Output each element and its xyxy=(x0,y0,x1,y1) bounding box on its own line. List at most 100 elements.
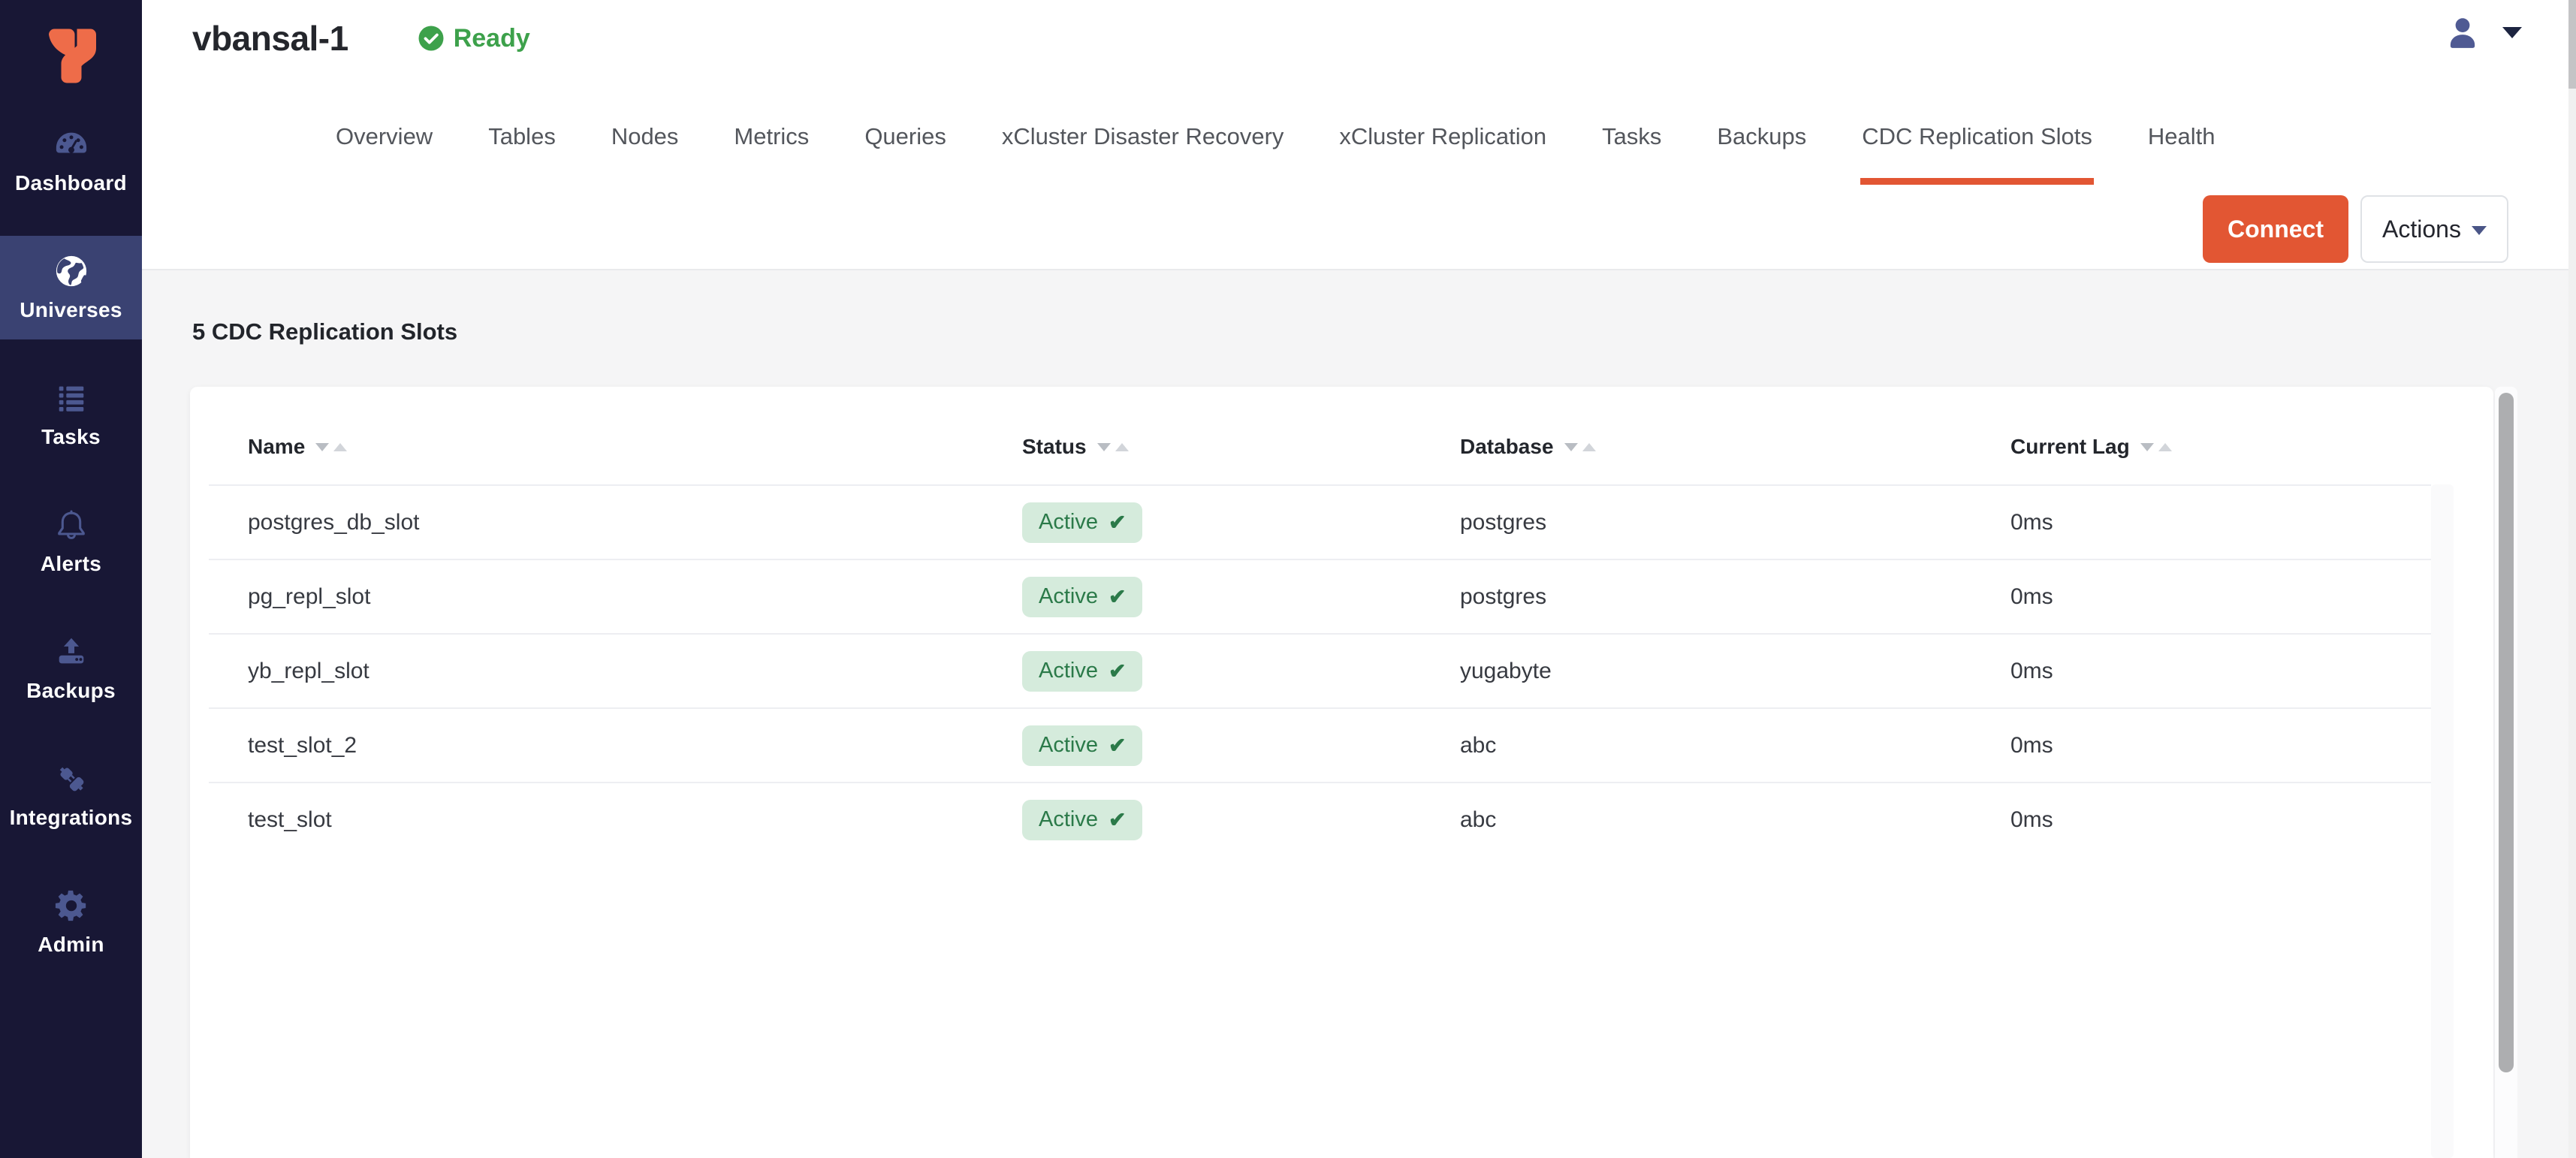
tab[interactable]: Queries xyxy=(863,96,948,185)
column-header-status[interactable]: Status xyxy=(1016,435,1454,459)
header-actions: Connect Actions xyxy=(2203,195,2508,263)
status-badge-label: Active xyxy=(1039,510,1098,535)
card-scrollbar[interactable] xyxy=(2495,387,2517,1158)
check-icon: ✔ xyxy=(1109,733,1126,758)
column-label: Current Lag xyxy=(2010,435,2130,459)
status-badge-label: Active xyxy=(1039,807,1098,832)
sidebar-item[interactable]: Alerts xyxy=(0,490,142,593)
table-row[interactable]: test_slot Active ✔ abc 0ms xyxy=(209,782,2431,856)
slot-name-cell: test_slot_2 xyxy=(209,733,1016,758)
status-badge: Active ✔ xyxy=(1022,577,1142,617)
status-badge-label: Active xyxy=(1039,584,1098,609)
sort-carets-icon[interactable] xyxy=(2140,443,2172,451)
sidebar-item-label: Alerts xyxy=(41,552,101,576)
slot-status-cell: Active ✔ xyxy=(1016,651,1454,692)
gauge-icon xyxy=(54,127,89,161)
plug-icon xyxy=(54,761,89,796)
tab[interactable]: CDC Replication Slots xyxy=(1860,96,2094,185)
replication-slots-card: Name Status Database Current Lag xyxy=(190,387,2493,1158)
sort-carets-icon[interactable] xyxy=(1564,443,1596,451)
slot-database-cell: postgres xyxy=(1454,510,2004,535)
slot-database-cell: abc xyxy=(1454,733,2004,758)
sidebar: Dashboard Universes Tasks Alerts Backups xyxy=(0,0,142,1158)
slot-lag-cell: 0ms xyxy=(2004,659,2431,684)
universe-tabs: Overview Tables Nodes Metrics Queries xC… xyxy=(334,96,2217,185)
tab[interactable]: xCluster Replication xyxy=(1338,96,1548,185)
page-title: vbansal-1 xyxy=(192,18,348,59)
table-scrollbar-track[interactable] xyxy=(2431,484,2454,1158)
sidebar-nav: Dashboard Universes Tasks Alerts Backups xyxy=(0,109,142,974)
table-row[interactable]: postgres_db_slot Active ✔ postgres 0ms xyxy=(209,484,2431,559)
slot-name-cell: yb_repl_slot xyxy=(209,659,1016,684)
table-row[interactable]: pg_repl_slot Active ✔ postgres 0ms xyxy=(209,559,2431,633)
check-icon: ✔ xyxy=(1109,659,1126,683)
slot-database-cell: abc xyxy=(1454,807,2004,833)
user-menu[interactable] xyxy=(2444,14,2522,51)
title-row: vbansal-1 Ready xyxy=(142,0,2568,65)
slot-status-cell: Active ✔ xyxy=(1016,577,1454,617)
slot-lag-cell: 0ms xyxy=(2004,510,2431,535)
column-label: Status xyxy=(1022,435,1087,459)
slot-lag-cell: 0ms xyxy=(2004,584,2431,610)
check-icon: ✔ xyxy=(1109,584,1126,609)
table-row[interactable]: test_slot_2 Active ✔ abc 0ms xyxy=(209,707,2431,782)
globe-icon xyxy=(54,254,89,288)
slot-name-cell: postgres_db_slot xyxy=(209,510,1016,535)
check-icon: ✔ xyxy=(1109,510,1126,535)
tab[interactable]: Backups xyxy=(1715,96,1808,185)
section-heading: 5 CDC Replication Slots xyxy=(192,318,457,345)
universe-status: Ready xyxy=(418,24,530,53)
column-label: Name xyxy=(248,435,305,459)
table-row[interactable]: yb_repl_slot Active ✔ yugabyte 0ms xyxy=(209,633,2431,707)
tab[interactable]: xCluster Disaster Recovery xyxy=(1000,96,1286,185)
sidebar-item[interactable]: Dashboard xyxy=(0,109,142,213)
list-icon xyxy=(54,381,89,415)
window-scrollbar[interactable] xyxy=(2568,0,2576,1158)
column-header-current-lag[interactable]: Current Lag xyxy=(2004,435,2431,459)
main-content: 5 CDC Replication Slots Name Status Data… xyxy=(142,270,2568,1158)
status-badge: Active ✔ xyxy=(1022,725,1142,766)
actions-button[interactable]: Actions xyxy=(2360,195,2508,263)
replication-slots-table: Name Status Database Current Lag xyxy=(209,409,2431,856)
slot-status-cell: Active ✔ xyxy=(1016,502,1454,543)
table-header-row: Name Status Database Current Lag xyxy=(209,409,2431,484)
sidebar-item-label: Tasks xyxy=(41,425,101,449)
status-badge-label: Active xyxy=(1039,733,1098,758)
actions-button-label: Actions xyxy=(2382,216,2461,243)
sidebar-item[interactable]: Universes xyxy=(0,236,142,339)
slot-database-cell: postgres xyxy=(1454,584,2004,610)
yugabyte-logo-icon xyxy=(35,16,107,94)
upload-icon xyxy=(54,635,89,669)
yugabyte-logo[interactable] xyxy=(0,0,142,109)
slot-lag-cell: 0ms xyxy=(2004,733,2431,758)
check-circle-icon xyxy=(418,25,445,52)
sidebar-item[interactable]: Admin xyxy=(0,870,142,974)
sidebar-item-label: Universes xyxy=(20,298,122,322)
sidebar-item[interactable]: Backups xyxy=(0,617,142,720)
column-header-name[interactable]: Name xyxy=(209,435,1016,459)
sidebar-item[interactable]: Integrations xyxy=(0,743,142,847)
tab[interactable]: Nodes xyxy=(610,96,680,185)
user-menu-caret-icon xyxy=(2502,27,2522,38)
status-label: Ready xyxy=(454,24,530,53)
sidebar-item[interactable]: Tasks xyxy=(0,363,142,466)
tab[interactable]: Health xyxy=(2146,96,2217,185)
status-badge: Active ✔ xyxy=(1022,800,1142,840)
tab[interactable]: Tables xyxy=(487,96,557,185)
card-scrollbar-thumb[interactable] xyxy=(2499,393,2514,1072)
status-badge-label: Active xyxy=(1039,659,1098,683)
status-badge: Active ✔ xyxy=(1022,651,1142,692)
tab[interactable]: Tasks xyxy=(1600,96,1663,185)
sort-carets-icon[interactable] xyxy=(315,443,347,451)
window-scrollbar-thumb[interactable] xyxy=(2568,0,2576,89)
slot-lag-cell: 0ms xyxy=(2004,807,2431,833)
sort-carets-icon[interactable] xyxy=(1097,443,1129,451)
tab[interactable]: Metrics xyxy=(732,96,810,185)
slot-database-cell: yugabyte xyxy=(1454,659,2004,684)
page-header: vbansal-1 Ready Overview Tables Nodes Me… xyxy=(142,0,2568,270)
sidebar-item-label: Backups xyxy=(26,679,116,703)
column-header-database[interactable]: Database xyxy=(1454,435,2004,459)
connect-button[interactable]: Connect xyxy=(2203,195,2348,263)
tab[interactable]: Overview xyxy=(334,96,434,185)
sidebar-item-label: Admin xyxy=(38,933,104,957)
